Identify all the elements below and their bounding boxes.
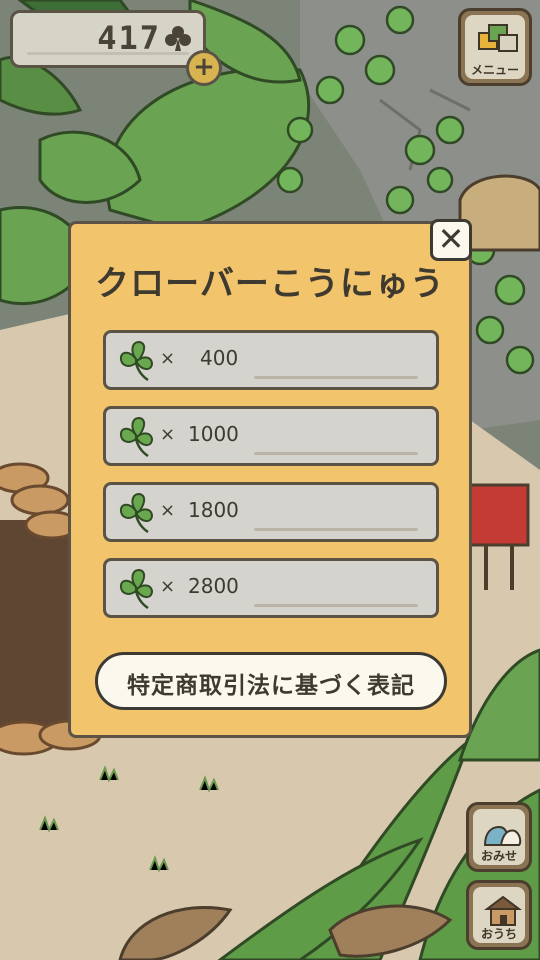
clover-icon — [119, 492, 154, 534]
times-symbol: × — [160, 500, 176, 521]
clover-icon — [119, 340, 154, 382]
close-button[interactable]: ✕ — [430, 219, 472, 261]
option-underline — [254, 376, 418, 379]
clover-counter: 417 — [10, 10, 206, 68]
plus-icon: + — [193, 52, 215, 82]
dialog-title: クローバーこうにゅう — [95, 264, 445, 304]
close-icon: ✕ — [437, 220, 465, 258]
option-amount: 400 — [200, 346, 239, 370]
menu-button[interactable]: メニュー — [458, 8, 532, 86]
option-underline — [254, 452, 418, 455]
option-underline — [254, 604, 418, 607]
home-button[interactable]: おうち — [466, 880, 532, 950]
purchase-dialog: クローバーこうにゅう × 400 × 1000 × 1800 × 2800 特定… — [68, 221, 472, 738]
option-underline — [254, 528, 418, 531]
legal-notice-label: 特定商取引法に基づく表記 — [127, 673, 415, 699]
times-symbol: × — [160, 424, 176, 445]
times-symbol: × — [160, 348, 176, 369]
clover-icon — [119, 568, 154, 610]
legal-notice-button[interactable]: 特定商取引法に基づく表記 — [95, 652, 447, 710]
shop-button[interactable]: おみせ — [466, 802, 532, 872]
purchase-option-400[interactable]: × 400 — [103, 330, 439, 390]
counter-underline — [27, 52, 189, 55]
menu-icon — [478, 24, 518, 52]
house-icon — [484, 895, 522, 926]
purchase-option-2800[interactable]: × 2800 — [103, 558, 439, 618]
bag-icon — [483, 825, 522, 846]
option-amount: 1000 — [188, 422, 239, 446]
club-icon — [165, 26, 191, 51]
add-clover-button[interactable]: + — [186, 50, 222, 86]
option-amount: 1800 — [188, 498, 239, 522]
shop-label: おみせ — [480, 849, 517, 863]
home-label: おうち — [480, 927, 517, 941]
times-symbol: × — [160, 576, 176, 597]
menu-label: メニュー — [470, 63, 519, 77]
purchase-option-1800[interactable]: × 1800 — [103, 482, 439, 542]
clover-icon — [119, 416, 154, 458]
purchase-option-1000[interactable]: × 1000 — [103, 406, 439, 466]
option-amount: 2800 — [188, 574, 239, 598]
